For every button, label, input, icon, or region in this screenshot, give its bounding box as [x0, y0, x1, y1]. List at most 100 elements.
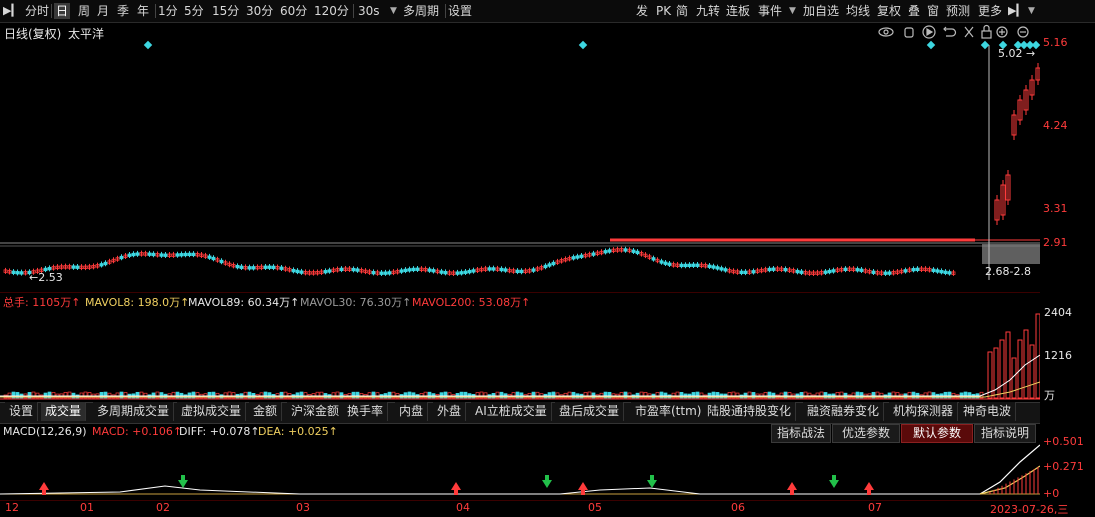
toolbar-item-lianban[interactable]: 连板 [726, 3, 750, 19]
indicator-tab[interactable]: 虚拟成交量 [177, 402, 247, 421]
sell-signal-arrow [542, 475, 552, 488]
indicator-tab[interactable]: 金额 [249, 402, 283, 421]
macd-value: MACD: +0.106↑ [92, 425, 183, 438]
tab-30s[interactable]: 30s [358, 3, 380, 19]
indicator-strategy-button[interactable]: 指标战法 [771, 424, 831, 443]
candle [271, 265, 276, 270]
chevron-down-icon[interactable]: ▼ [789, 3, 796, 19]
tab-day[interactable]: 日 [54, 3, 71, 19]
mavol30-value: MAVOL30: 76.30万↑ [300, 296, 412, 309]
undo-icon[interactable] [943, 26, 957, 37]
toolbar-item-restore-rights[interactable]: 复权 [877, 3, 901, 19]
tab-1min[interactable]: 1分 [158, 3, 178, 19]
mavol-line [0, 354, 1040, 397]
candle [943, 270, 948, 274]
candle [163, 253, 168, 257]
indicator-tab[interactable]: 沪深金额 [287, 402, 345, 421]
collapse-left-icon[interactable]: ▶▎ [3, 3, 20, 19]
hand-icon[interactable] [904, 27, 914, 38]
toolbar-item-more[interactable]: 更多 [978, 3, 1002, 19]
tab-30min[interactable]: 30分 [246, 3, 273, 19]
tab-60min[interactable]: 60分 [280, 3, 307, 19]
toolbar-item-window[interactable]: 窗 [927, 3, 939, 19]
candle [219, 259, 224, 264]
expand-right-icon[interactable]: ▶▎ [1008, 3, 1025, 19]
sell-signal-arrow [178, 475, 188, 488]
candle [911, 268, 916, 272]
volume-axis-label: 2404 [1044, 306, 1072, 319]
sell-signal-arrow [647, 475, 657, 488]
tab-5min[interactable]: 5分 [184, 3, 204, 19]
indicator-tab[interactable]: 盘后成交量 [555, 402, 625, 421]
candlestick-chart[interactable] [0, 40, 1040, 292]
toolbar-item-jiuzhuan[interactable]: 九转 [696, 3, 720, 19]
lock-icon[interactable] [981, 24, 992, 39]
candle [323, 270, 328, 274]
indicator-tab[interactable]: 融资融券变化 [803, 402, 885, 421]
macd-chart[interactable] [0, 442, 1040, 500]
indicator-help-button[interactable]: 指标说明 [974, 424, 1036, 443]
scissors-icon[interactable] [964, 26, 974, 38]
candle [191, 252, 196, 257]
price-label: 3.31 [1043, 202, 1068, 215]
candle [295, 269, 300, 274]
dea-value: DEA: +0.025↑ [258, 425, 338, 438]
toolbar-item-overlay[interactable]: 叠 [908, 3, 920, 19]
indicator-tab[interactable]: AI立桩成交量 [471, 402, 552, 421]
indicator-tab[interactable]: 换手率 [343, 402, 389, 421]
candle [263, 265, 268, 269]
indicator-tab[interactable]: 市盈率(ttm) [631, 402, 707, 421]
indicator-tab[interactable]: 机构探测器 [889, 402, 959, 421]
tab-multi-period[interactable]: 多周期 [403, 3, 439, 19]
signal-marker [980, 40, 990, 50]
candle [267, 265, 272, 269]
settings-button[interactable]: 设置 [448, 3, 472, 19]
candle [99, 263, 104, 267]
zoom-out-icon[interactable] [1015, 24, 1037, 40]
volume-chart[interactable] [0, 310, 1040, 402]
toolbar-item-pk[interactable]: PK [656, 3, 671, 19]
candle [903, 269, 908, 273]
candle [751, 270, 756, 274]
eye-icon[interactable] [878, 27, 894, 37]
toolbar-item-ma[interactable]: 均线 [846, 3, 870, 19]
indicator-tab[interactable]: 成交量 [41, 402, 87, 421]
candle [327, 269, 332, 273]
indicator-tab[interactable]: 外盘 [433, 402, 467, 421]
play-icon[interactable] [922, 25, 936, 39]
optimal-params-button[interactable]: 优选参数 [832, 424, 900, 443]
tab-year[interactable]: 年 [137, 3, 149, 19]
tab-120min[interactable]: 120分 [314, 3, 349, 19]
toolbar-item-fa[interactable]: 发 [636, 3, 648, 19]
tab-month[interactable]: 月 [97, 3, 109, 19]
high-marker: 5.02 → [998, 47, 1036, 60]
add-favorite-button[interactable]: 加自选 [803, 3, 839, 19]
chevron-down-icon[interactable]: ▼ [1028, 3, 1035, 19]
chevron-down-icon[interactable]: ▼ [390, 3, 397, 19]
toolbar-item-event[interactable]: 事件 [758, 3, 782, 19]
candle [767, 267, 772, 272]
candle [471, 269, 476, 273]
candle [887, 271, 892, 275]
indicator-tab[interactable]: 神奇电波 [959, 402, 1017, 421]
candle [823, 270, 828, 274]
indicator-tab[interactable]: 设置 [5, 402, 39, 421]
default-params-button[interactable]: 默认参数 [901, 424, 973, 443]
tab-quarter[interactable]: 季 [117, 3, 129, 19]
indicator-tab[interactable]: 多周期成交量 [93, 402, 175, 421]
tab-15min[interactable]: 15分 [212, 3, 239, 19]
indicator-tab[interactable]: 内盘 [395, 402, 429, 421]
candle [631, 249, 636, 253]
candle [159, 253, 164, 257]
candle [19, 271, 24, 275]
volume-bar [1029, 344, 1035, 399]
x-axis-label: 02 [156, 501, 170, 514]
candle [883, 271, 888, 275]
zoom-in-icon[interactable] [996, 26, 1008, 38]
indicator-tab[interactable]: 陆股通持股变化 [703, 402, 797, 421]
volume-unit-label: 万 [1044, 389, 1055, 402]
toolbar-item-simple[interactable]: 简 [676, 3, 688, 19]
toolbar-item-predict[interactable]: 预测 [946, 3, 970, 19]
tab-fenshi[interactable]: 分时 [25, 3, 49, 19]
tab-week[interactable]: 周 [78, 3, 90, 19]
